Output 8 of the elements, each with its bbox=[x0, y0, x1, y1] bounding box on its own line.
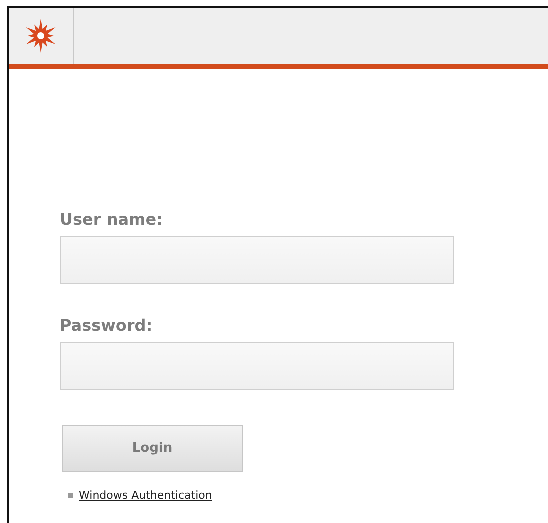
field-label: User name: bbox=[60, 210, 163, 229]
windows-authentication-link[interactable]: Windows Authentication bbox=[79, 489, 212, 502]
username-field[interactable] bbox=[60, 236, 454, 284]
login-button[interactable]: Login bbox=[62, 425, 243, 472]
starburst-logo-icon bbox=[24, 19, 58, 53]
field-label: Password: bbox=[60, 316, 153, 335]
bullet-icon bbox=[68, 493, 73, 498]
password-field[interactable] bbox=[60, 342, 454, 390]
